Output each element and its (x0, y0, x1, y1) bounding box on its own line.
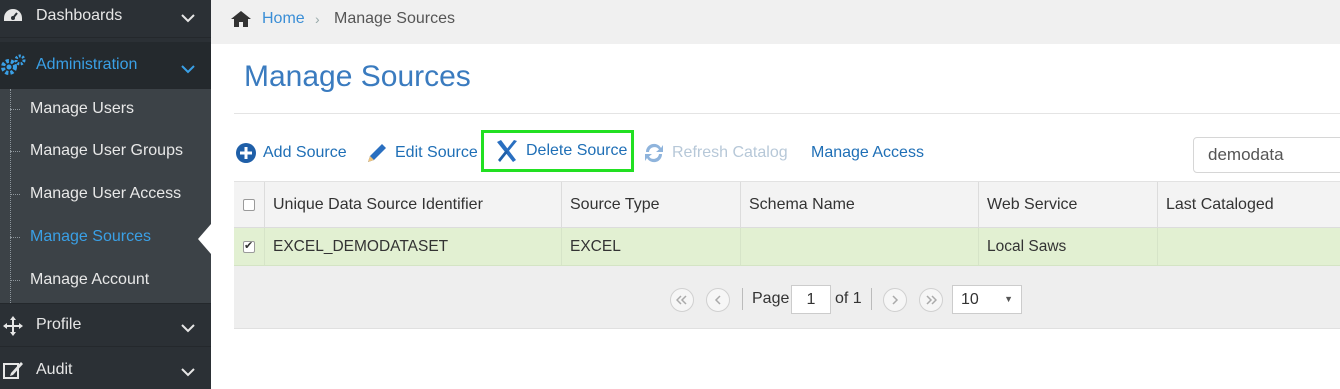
last-page-button[interactable] (919, 288, 943, 312)
app-window: Dashboards Administration Manage Users M… (0, 0, 1340, 389)
nav-audit-label: Audit (36, 361, 73, 378)
refresh-catalog-label: Refresh Catalog (672, 144, 788, 161)
table-header-row: Unique Data Source Identifier Source Typ… (234, 181, 1340, 228)
page-number-input[interactable]: 1 (791, 285, 831, 314)
add-source-button[interactable]: Add Source (235, 136, 347, 170)
caret-down-icon: ▼ (1004, 294, 1013, 304)
manage-access-button[interactable]: Manage Access (811, 136, 924, 170)
page-label: Page (752, 290, 790, 307)
sidebar-item-manage-sources[interactable]: Manage Sources (0, 217, 211, 259)
edit-icon (0, 358, 26, 382)
nav-dashboards-label: Dashboards (36, 6, 123, 24)
sidebar: Dashboards Administration Manage Users M… (0, 0, 211, 389)
breadcrumb: Home › Manage Sources (211, 0, 1340, 44)
sidebar-item-manage-user-groups[interactable]: Manage User Groups (0, 131, 211, 173)
double-chevron-left-icon (676, 295, 687, 305)
column-header[interactable]: Source Type (562, 182, 741, 227)
sidebar-item-manage-account[interactable]: Manage Account (0, 260, 211, 302)
sidebar-item-manage-users[interactable]: Manage Users (0, 89, 211, 131)
plus-circle-icon (235, 142, 257, 164)
row-checkbox[interactable] (243, 239, 255, 253)
table-cell: Local Saws (979, 228, 1158, 265)
column-header[interactable]: Unique Data Source Identifier (265, 182, 562, 227)
double-chevron-right-icon (926, 295, 937, 305)
home-icon[interactable] (230, 10, 252, 33)
column-header[interactable]: Schema Name (741, 182, 979, 227)
sidebar-item-manage-user-access[interactable]: Manage User Access (0, 174, 211, 216)
prev-page-button[interactable] (706, 288, 730, 312)
page-title: Manage Sources (244, 60, 471, 93)
pencil-icon (365, 141, 389, 165)
refresh-icon (642, 141, 666, 165)
nav-profile-label: Profile (36, 316, 82, 333)
nav-audit[interactable]: Audit (0, 348, 211, 389)
chevron-down-icon (181, 61, 195, 79)
search-input[interactable]: demodata (1193, 137, 1340, 173)
edit-source-label: Edit Source (395, 144, 478, 161)
select-all-checkbox[interactable] (243, 198, 255, 211)
breadcrumb-current: Manage Sources (334, 10, 455, 27)
dashboard-icon (0, 4, 26, 28)
table-row[interactable]: EXCEL_DEMODATASET EXCEL Local Saws (234, 228, 1340, 266)
page-size-value: 10 (961, 291, 979, 308)
page-size-select[interactable]: 10 ▼ (952, 285, 1022, 314)
chevron-down-icon (181, 10, 195, 28)
sidebar-item-label: Manage Account (30, 271, 150, 288)
select-all-cell[interactable] (234, 182, 265, 227)
table-cell: EXCEL (562, 228, 741, 265)
delete-tools-icon (494, 138, 520, 164)
delete-source-button[interactable]: Delete Source (481, 130, 634, 172)
add-source-label: Add Source (263, 144, 347, 161)
sidebar-item-label: Manage User Access (30, 185, 182, 202)
table-cell (1158, 228, 1340, 265)
column-header[interactable]: Last Cataloged (1158, 182, 1340, 227)
breadcrumb-home-link[interactable]: Home (262, 10, 305, 28)
breadcrumb-separator: › (315, 11, 320, 27)
next-page-button[interactable] (883, 288, 907, 312)
refresh-catalog-button[interactable]: Refresh Catalog (642, 136, 788, 170)
move-icon (0, 314, 26, 338)
delete-source-label: Delete Source (526, 142, 628, 159)
active-item-indicator (198, 224, 211, 254)
row-select-cell[interactable] (234, 228, 265, 265)
pagination: Page 1 of 1 10 ▼ (234, 266, 1340, 329)
chevron-left-icon (714, 295, 721, 305)
table-cell: EXCEL_DEMODATASET (265, 228, 562, 265)
nav-dashboards[interactable]: Dashboards (0, 0, 211, 38)
chevron-down-icon (181, 364, 195, 382)
page-total: of 1 (835, 290, 862, 307)
sidebar-item-label: Manage User Groups (30, 142, 183, 159)
gears-icon (0, 53, 26, 77)
administration-submenu: Manage Users Manage User Groups Manage U… (0, 89, 211, 303)
chevron-down-icon (181, 320, 195, 338)
edit-source-button[interactable]: Edit Source (365, 136, 478, 170)
divider (234, 113, 1340, 114)
manage-access-label: Manage Access (811, 144, 924, 161)
chevron-right-icon (892, 295, 899, 305)
column-header[interactable]: Web Service (979, 182, 1158, 227)
sidebar-item-label: Manage Sources (30, 228, 151, 245)
nav-administration[interactable]: Administration (0, 42, 211, 89)
first-page-button[interactable] (670, 288, 694, 312)
nav-profile[interactable]: Profile (0, 303, 211, 347)
table-cell (741, 228, 979, 265)
nav-administration-label: Administration (36, 56, 138, 73)
sidebar-item-label: Manage Users (30, 100, 135, 117)
